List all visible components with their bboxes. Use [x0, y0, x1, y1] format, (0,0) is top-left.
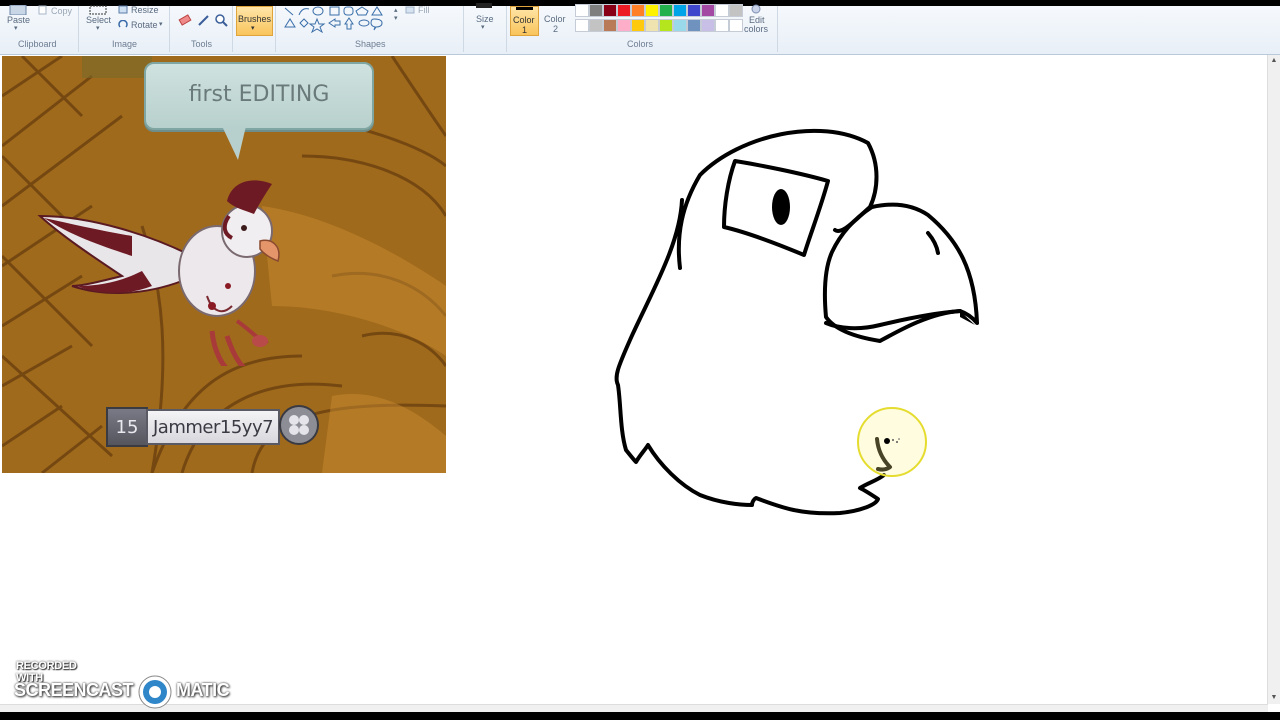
nostril-line [926, 231, 940, 255]
palette-swatch[interactable] [575, 4, 589, 17]
palette-swatch[interactable] [729, 19, 743, 32]
vertical-scrollbar[interactable]: ▲ ▼ [1267, 55, 1280, 704]
separator [78, 6, 79, 52]
color1-label-line1: Color [513, 15, 535, 25]
brushes-label: Brushes [238, 14, 272, 24]
palette-swatch[interactable] [715, 4, 729, 17]
palette-swatch[interactable] [617, 4, 631, 17]
rotate-dropdown-arrow[interactable]: ▾ [159, 20, 163, 28]
separator [232, 6, 233, 52]
palette-swatch[interactable] [673, 4, 687, 17]
beak-line [824, 309, 962, 331]
pencil-cursor-icon [884, 438, 900, 444]
edit-colors-icon[interactable] [748, 4, 764, 14]
palette-swatch[interactable] [659, 19, 673, 32]
edit-colors-line2[interactable]: colors [744, 24, 768, 34]
fill-icon[interactable] [405, 5, 415, 15]
color2-button[interactable]: Color 2 [542, 6, 569, 34]
ribbon: Paste ▾ Copy Clipboard Select ▾ Resize R… [0, 0, 1280, 55]
pupil [772, 189, 790, 225]
color-picker-icon[interactable] [197, 13, 211, 27]
palette-swatch[interactable] [673, 19, 687, 32]
brushes-button[interactable]: Brushes ▾ [236, 6, 273, 36]
scroll-down-arrow[interactable]: ▼ [1268, 693, 1280, 703]
bird-sketch [614, 128, 979, 516]
body-outline [614, 198, 886, 516]
separator [777, 6, 778, 52]
separator [275, 6, 276, 52]
watermark-screencast: SCREENCAST [14, 680, 134, 700]
palette-swatch[interactable] [659, 4, 673, 17]
palette-swatch[interactable] [617, 19, 631, 32]
fill-button[interactable]: Fill [418, 5, 430, 15]
colors-group-label: Colors [627, 39, 654, 49]
select-dropdown-arrow[interactable]: ▾ [96, 24, 100, 32]
watermark-matic: MATIC [176, 680, 230, 700]
palette-swatch[interactable] [589, 4, 603, 17]
separator [169, 6, 170, 52]
brushes-dropdown-arrow: ▾ [251, 25, 255, 32]
magnifier-icon[interactable] [214, 13, 228, 27]
screencast-logo-icon [138, 675, 172, 709]
shapes-scroll-arrows[interactable]: ▴ ▾ [394, 6, 398, 22]
palette-swatch[interactable] [645, 4, 659, 17]
paste-button[interactable]: Paste [7, 15, 30, 25]
status-bar [0, 712, 1280, 720]
color2-label-line2: 2 [553, 24, 559, 34]
resize-icon [118, 5, 128, 14]
palette-swatch[interactable] [687, 19, 701, 32]
clipboard-group-label: Clipboard [18, 39, 57, 49]
palette-swatch[interactable] [729, 4, 743, 17]
color1-label-line2: 1 [522, 25, 528, 35]
separator [506, 6, 507, 52]
copy-icon [38, 5, 47, 15]
palette-swatch[interactable] [631, 19, 645, 32]
size-icon[interactable] [474, 3, 494, 11]
tools-group-label: Tools [191, 39, 213, 49]
resize-button[interactable]: Resize [131, 5, 159, 15]
shapes-gallery[interactable] [282, 5, 394, 33]
palette-swatch[interactable] [589, 19, 603, 32]
palette-swatch[interactable] [603, 4, 617, 17]
palette-swatch[interactable] [701, 19, 715, 32]
paste-dropdown-arrow[interactable]: ▾ [14, 24, 18, 32]
palette-swatch[interactable] [687, 4, 701, 17]
color-palette [575, 4, 745, 34]
rotate-button[interactable]: Rotate [131, 20, 158, 30]
eraser-icon[interactable] [178, 13, 192, 27]
palette-swatch[interactable] [715, 19, 729, 32]
shapes-group-label: Shapes [355, 39, 386, 49]
color1-swatch [516, 7, 533, 10]
palette-swatch[interactable] [645, 19, 659, 32]
size-dropdown-arrow[interactable]: ▾ [481, 23, 485, 31]
palette-swatch[interactable] [701, 4, 715, 17]
scroll-up-arrow[interactable]: ▲ [1268, 56, 1280, 66]
separator [463, 6, 464, 52]
color1-button[interactable]: Color 1 [510, 6, 539, 36]
size-button[interactable]: Size [476, 14, 494, 24]
color2-label-line1: Color [544, 14, 566, 24]
rotate-icon [118, 20, 128, 28]
palette-swatch[interactable] [575, 19, 589, 32]
palette-swatch[interactable] [631, 4, 645, 17]
paste-icon[interactable] [6, 5, 32, 15]
palette-swatch[interactable] [603, 19, 617, 32]
select-icon[interactable] [88, 5, 108, 15]
image-group-label: Image [112, 39, 138, 49]
copy-button[interactable]: Copy [51, 6, 72, 16]
